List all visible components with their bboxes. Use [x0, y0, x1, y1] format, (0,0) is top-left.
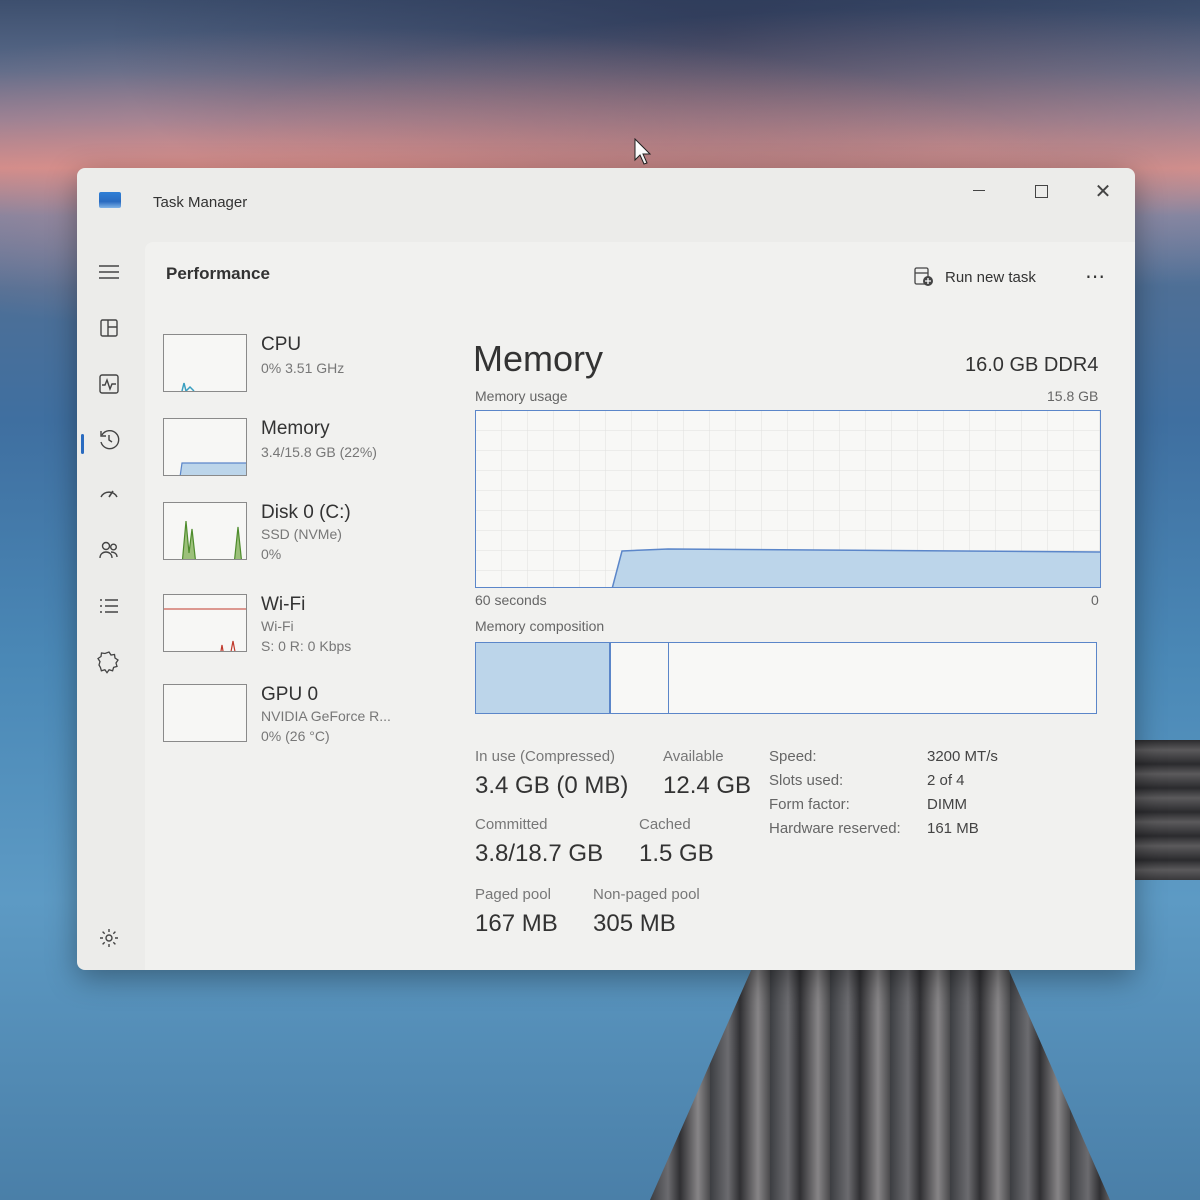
- device-disk[interactable]: Disk 0 (C:) SSD (NVMe) 0%: [163, 502, 443, 562]
- memory-spec: 16.0 GB DDR4: [965, 354, 1099, 376]
- run-new-task-button[interactable]: Run new task: [913, 266, 1036, 288]
- device-stat: 0% 3.51 GHz: [261, 360, 345, 376]
- device-stat: 0% (26 °C): [261, 728, 330, 744]
- device-stat: Wi-Fi: [261, 618, 294, 634]
- mouse-cursor-icon: [634, 138, 652, 165]
- task-manager-window: Task Manager ✕ Performance Run new task …: [77, 168, 1135, 970]
- more-options-button[interactable]: ⋯: [1085, 264, 1106, 289]
- form-factor-label: Form factor:: [769, 796, 850, 813]
- device-stat: SSD (NVMe): [261, 526, 342, 542]
- committed-label: Committed: [475, 816, 548, 833]
- device-name: GPU 0: [261, 684, 319, 705]
- in-use-label: In use (Compressed): [475, 748, 616, 765]
- desktop-pier-right: [1130, 740, 1200, 880]
- hamburger-menu-icon[interactable]: [97, 260, 121, 284]
- cached-label: Cached: [639, 816, 691, 833]
- maximize-icon: [1034, 184, 1048, 198]
- gpu-thumbnail: [163, 684, 247, 742]
- maximize-button[interactable]: [1021, 180, 1061, 210]
- window-title: Task Manager: [153, 194, 248, 211]
- performance-icon[interactable]: [97, 372, 121, 396]
- speed-label: Speed:: [769, 748, 817, 765]
- detail-title: Memory: [473, 338, 604, 379]
- run-new-task-icon: [914, 267, 933, 286]
- services-icon[interactable]: [97, 650, 121, 674]
- available-value: 12.4 GB: [663, 772, 752, 799]
- composition-in-use: [476, 643, 611, 713]
- slots-used-value: 2 of 4: [927, 772, 965, 789]
- settings-icon[interactable]: [97, 926, 121, 950]
- main-content: Performance Run new task ⋯ CPU 0% 3.51 G…: [145, 242, 1135, 970]
- memory-usage-max: 15.8 GB: [1047, 388, 1099, 404]
- close-icon: ✕: [1094, 180, 1112, 203]
- available-label: Available: [663, 748, 724, 765]
- startup-apps-icon[interactable]: [97, 482, 121, 506]
- minimize-button[interactable]: [959, 180, 999, 210]
- details-icon[interactable]: [97, 594, 121, 618]
- app-history-icon[interactable]: [97, 428, 121, 452]
- form-factor-value: DIMM: [927, 796, 967, 813]
- memory-usage-area: [611, 548, 1100, 587]
- device-stat: 0%: [261, 546, 282, 562]
- device-name: Disk 0 (C:): [261, 502, 351, 523]
- time-axis-right: 0: [1091, 592, 1099, 608]
- run-new-task-label: Run new task: [945, 268, 1036, 286]
- slots-used-label: Slots used:: [769, 772, 844, 789]
- device-cpu[interactable]: CPU 0% 3.51 GHz: [163, 334, 443, 394]
- task-manager-app-icon: [99, 192, 121, 208]
- cached-value: 1.5 GB: [639, 840, 714, 867]
- hardware-reserved-label: Hardware reserved:: [769, 820, 901, 837]
- paged-pool-value: 167 MB: [475, 910, 558, 937]
- device-stat: NVIDIA GeForce R...: [261, 708, 391, 724]
- users-icon[interactable]: [97, 538, 121, 562]
- paged-pool-label: Paged pool: [475, 886, 551, 903]
- more-icon: ⋯: [1085, 266, 1106, 288]
- committed-value: 3.8/18.7 GB: [475, 840, 604, 867]
- device-name: CPU: [261, 334, 302, 355]
- device-gpu[interactable]: GPU 0 NVIDIA GeForce R... 0% (26 °C): [163, 684, 443, 744]
- device-memory[interactable]: Memory 3.4/15.8 GB (22%): [163, 418, 443, 478]
- memory-composition-label: Memory composition: [475, 618, 605, 634]
- memory-usage-graph: [475, 410, 1101, 588]
- device-stat: 3.4/15.8 GB (22%): [261, 444, 377, 460]
- non-paged-pool-value: 305 MB: [593, 910, 676, 937]
- device-name: Memory: [261, 418, 330, 439]
- desktop-pier: [650, 970, 1110, 1200]
- disk-thumbnail: [163, 502, 247, 560]
- device-wifi[interactable]: Wi-Fi Wi-Fi S: 0 R: 0 Kbps: [163, 594, 443, 654]
- title-bar[interactable]: Task Manager ✕: [77, 168, 1135, 228]
- speed-value: 3200 MT/s: [927, 748, 998, 765]
- composition-modified: [611, 643, 669, 713]
- processes-icon[interactable]: [97, 316, 121, 340]
- cpu-thumbnail: [163, 334, 247, 392]
- memory-composition-bar: [475, 642, 1097, 714]
- hardware-reserved-value: 161 MB: [927, 820, 979, 837]
- memory-thumbnail: [163, 418, 247, 476]
- device-stat: S: 0 R: 0 Kbps: [261, 638, 352, 654]
- active-nav-indicator: [81, 434, 84, 454]
- page-title: Performance: [166, 264, 270, 283]
- non-paged-pool-label: Non-paged pool: [593, 886, 700, 903]
- memory-usage-label: Memory usage: [475, 388, 568, 404]
- device-name: Wi-Fi: [261, 594, 306, 615]
- side-navigation: [77, 228, 145, 968]
- in-use-value: 3.4 GB (0 MB): [475, 772, 629, 799]
- close-button[interactable]: ✕: [1083, 180, 1123, 210]
- time-axis-left: 60 seconds: [475, 592, 547, 608]
- minimize-icon: [973, 189, 985, 191]
- wifi-thumbnail: [163, 594, 247, 652]
